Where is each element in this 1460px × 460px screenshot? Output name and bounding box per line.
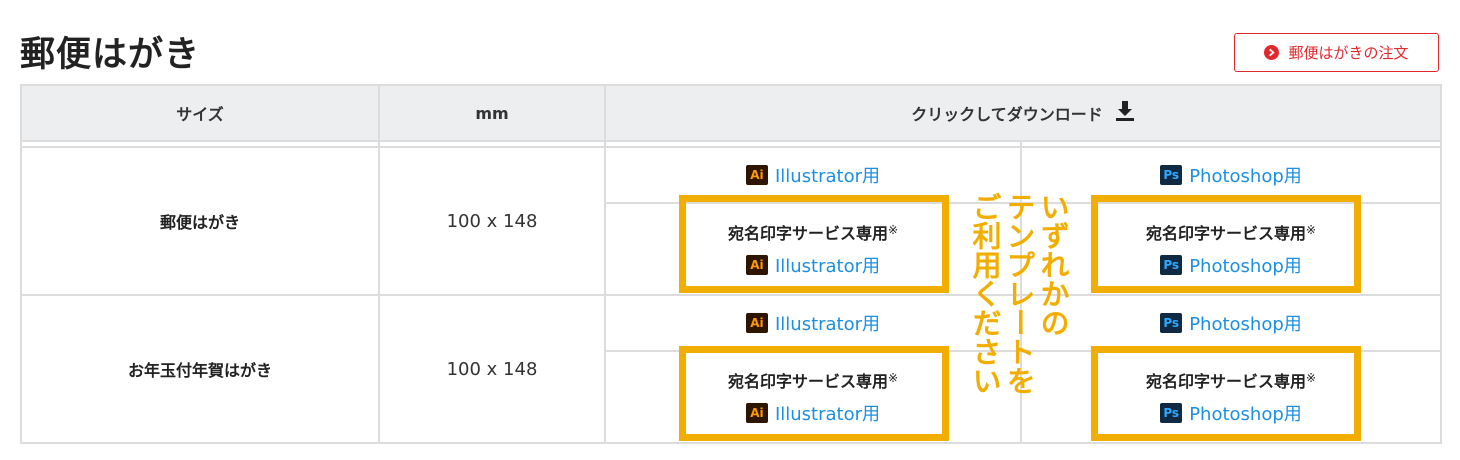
chevron-right-circle-icon [1264, 45, 1280, 60]
annotation-text: ご利用ください [968, 192, 1002, 395]
order-button[interactable]: 郵便はがきの注文 [1234, 33, 1439, 72]
illustrator-icon: Ai [745, 165, 768, 185]
cell-addr-photoshop: 宛名印字サービス専用※ Ps Photoshop用 [1020, 350, 1442, 444]
annotation-text: いずれかの [1036, 192, 1070, 337]
photoshop-link-label: Photoshop用 [1189, 314, 1302, 335]
note-mark: ※ [887, 223, 899, 237]
note-mark: ※ [887, 371, 899, 385]
header-size: サイズ [20, 84, 380, 142]
cell-photoshop: Ps Photoshop用 [1020, 146, 1442, 204]
template-table: サイズ mm クリックしてダウンロード 郵便はがき 100 x 148 Ai I… [20, 84, 1442, 444]
row-mm: 100 x 148 [378, 294, 606, 444]
cell-addr-illustrator: 宛名印字サービス専用※ Ai Illustrator用 [604, 350, 1022, 444]
addr-title-text: 宛名印字サービス専用 [1145, 372, 1306, 391]
illustrator-link-label: Illustrator用 [774, 166, 881, 187]
addr-photoshop-label: Photoshop用 [1189, 404, 1302, 425]
photoshop-icon: Ps [1160, 165, 1183, 185]
header-mm: mm [378, 84, 606, 142]
addr-photoshop-link[interactable]: Ps Photoshop用 [1160, 400, 1302, 426]
row-name: 郵便はがき [20, 146, 380, 296]
order-button-label: 郵便はがきの注文 [1288, 44, 1409, 62]
illustrator-link-label: Illustrator用 [774, 314, 881, 335]
addr-photoshop-link[interactable]: Ps Photoshop用 [1160, 252, 1302, 278]
header-download: クリックしてダウンロード [604, 84, 1442, 142]
header-download-label: クリックしてダウンロード [911, 105, 1103, 124]
addr-title-text: 宛名印字サービス専用 [1145, 224, 1306, 243]
photoshop-icon: Ps [1160, 255, 1183, 275]
illustrator-icon: Ai [745, 403, 768, 423]
cell-photoshop: Ps Photoshop用 [1020, 294, 1442, 352]
row-mm: 100 x 148 [378, 146, 606, 296]
cell-addr-photoshop: 宛名印字サービス専用※ Ps Photoshop用 [1020, 202, 1442, 296]
cell-addr-illustrator: 宛名印字サービス専用※ Ai Illustrator用 [604, 202, 1022, 296]
cell-illustrator: Ai Illustrator用 [604, 146, 1022, 204]
addr-illustrator-link[interactable]: Ai Illustrator用 [745, 252, 881, 278]
cell-illustrator: Ai Illustrator用 [604, 294, 1022, 352]
addr-service-title: 宛名印字サービス専用※ [728, 220, 898, 244]
annotation-text: テンプレートを [1002, 192, 1036, 395]
photoshop-icon: Ps [1160, 313, 1183, 333]
row-name: お年玉付年賀はがき [20, 294, 380, 444]
illustrator-icon: Ai [745, 313, 768, 333]
addr-title-text: 宛名印字サービス専用 [727, 224, 888, 243]
addr-illustrator-link[interactable]: Ai Illustrator用 [745, 400, 881, 426]
photoshop-link-label: Photoshop用 [1189, 166, 1302, 187]
addr-photoshop-label: Photoshop用 [1189, 256, 1302, 277]
illustrator-link[interactable]: Ai Illustrator用 [745, 310, 881, 336]
addr-service-title: 宛名印字サービス専用※ [1146, 220, 1316, 244]
addr-service-title: 宛名印字サービス専用※ [1146, 368, 1316, 392]
addr-illustrator-label: Illustrator用 [774, 256, 881, 277]
page-title: 郵便はがき [20, 35, 201, 75]
illustrator-link[interactable]: Ai Illustrator用 [745, 162, 881, 188]
photoshop-link[interactable]: Ps Photoshop用 [1160, 162, 1302, 188]
note-mark: ※ [1305, 371, 1317, 385]
addr-illustrator-label: Illustrator用 [774, 404, 881, 425]
photoshop-icon: Ps [1160, 403, 1183, 423]
addr-title-text: 宛名印字サービス専用 [727, 372, 888, 391]
note-mark: ※ [1305, 223, 1317, 237]
illustrator-icon: Ai [745, 255, 768, 275]
photoshop-link[interactable]: Ps Photoshop用 [1160, 310, 1302, 336]
download-icon [1115, 100, 1135, 126]
addr-service-title: 宛名印字サービス専用※ [728, 368, 898, 392]
